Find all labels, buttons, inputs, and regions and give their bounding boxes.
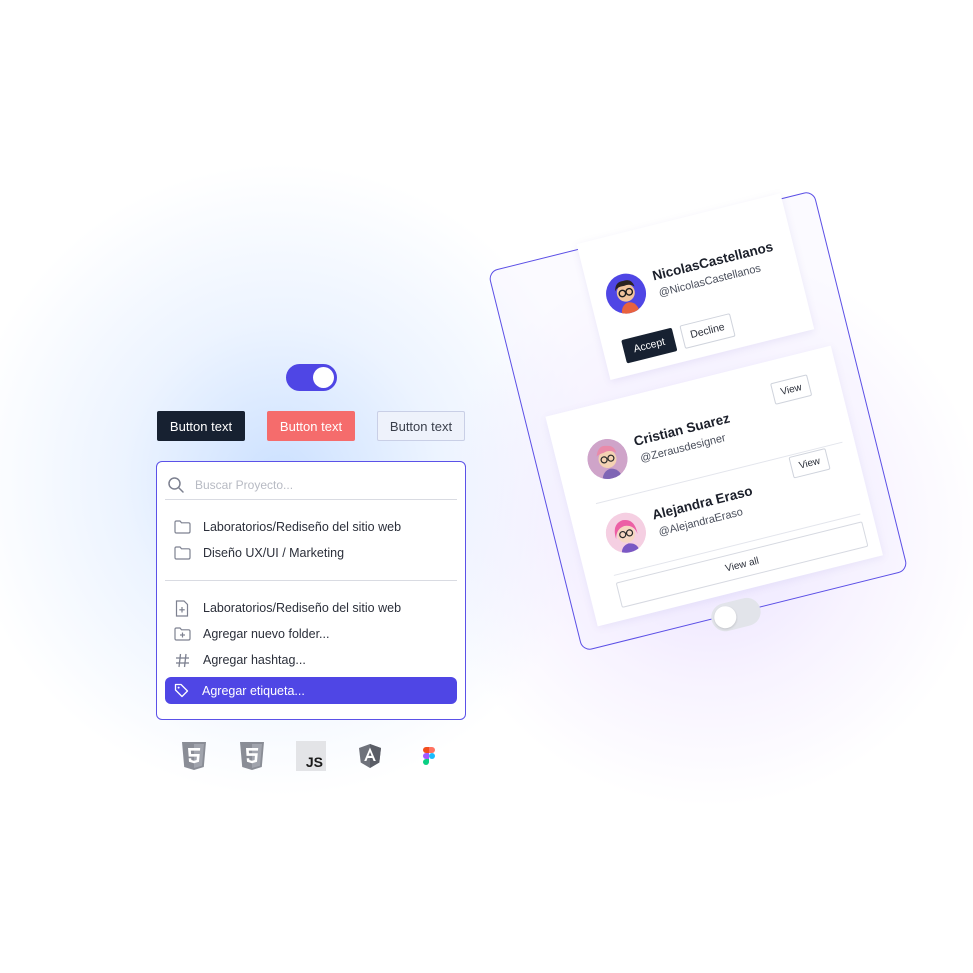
toggle-knob (313, 367, 334, 388)
list-item-label: Agregar etiqueta... (202, 683, 305, 698)
avatar (601, 508, 651, 558)
list-item[interactable]: Agregar nuevo folder... (165, 621, 457, 647)
primary-button[interactable]: Button text (157, 411, 245, 441)
search-icon (168, 476, 184, 493)
folder-icon (171, 546, 193, 560)
list-item-label: Agregar hashtag... (203, 653, 306, 667)
danger-button[interactable]: Button text (267, 411, 355, 441)
recent-list: Laboratorios/Rediseño del sitio web Dise… (165, 514, 457, 566)
list-item[interactable]: Laboratorios/Rediseño del sitio web (165, 595, 457, 621)
list-item-label: Laboratorios/Rediseño del sitio web (203, 601, 402, 615)
actions-list: Laboratorios/Rediseño del sitio web Agre… (165, 595, 457, 704)
file-plus-icon (171, 599, 193, 617)
folder-icon (171, 520, 193, 534)
divider (165, 580, 457, 581)
command-palette: Laboratorios/Rediseño del sitio web Dise… (156, 461, 466, 720)
figma-icon (420, 740, 438, 772)
list-item-label: Agregar nuevo folder... (203, 627, 330, 641)
javascript-icon-label: JS (305, 754, 323, 770)
friend-request-card: NicolasCastellanos @NicolasCastellanos A… (576, 193, 815, 380)
search-bar (165, 470, 457, 500)
angular-icon (357, 740, 383, 772)
hashtag-icon (171, 653, 193, 668)
avatar (601, 269, 651, 318)
avatar (583, 434, 632, 484)
list-item[interactable]: Diseño UX/UI / Marketing (165, 540, 457, 566)
search-input[interactable] (195, 477, 425, 492)
tag-icon (170, 683, 192, 698)
folder-plus-icon (171, 627, 193, 641)
list-item[interactable]: Agregar hashtag... (165, 647, 457, 673)
people-list-card: Cristian Suarez @Zerausdesigner View Ale… (545, 345, 883, 627)
toggle-knob (711, 603, 739, 631)
css3-icon (238, 740, 266, 772)
list-item-label: Laboratorios/Rediseño del sitio web (203, 520, 402, 534)
list-item-label: Diseño UX/UI / Marketing (203, 546, 345, 560)
toggle-switch-on[interactable] (286, 364, 337, 391)
view-button[interactable]: View (770, 374, 813, 405)
accept-button[interactable]: Accept (621, 327, 678, 364)
list-item-active[interactable]: Agregar etiqueta... (165, 677, 457, 704)
decline-button[interactable]: Decline (679, 313, 736, 349)
secondary-button[interactable]: Button text (377, 411, 465, 441)
html5-icon (180, 740, 208, 772)
javascript-icon: JS (296, 740, 326, 772)
list-item[interactable]: Laboratorios/Rediseño del sitio web (165, 514, 457, 540)
